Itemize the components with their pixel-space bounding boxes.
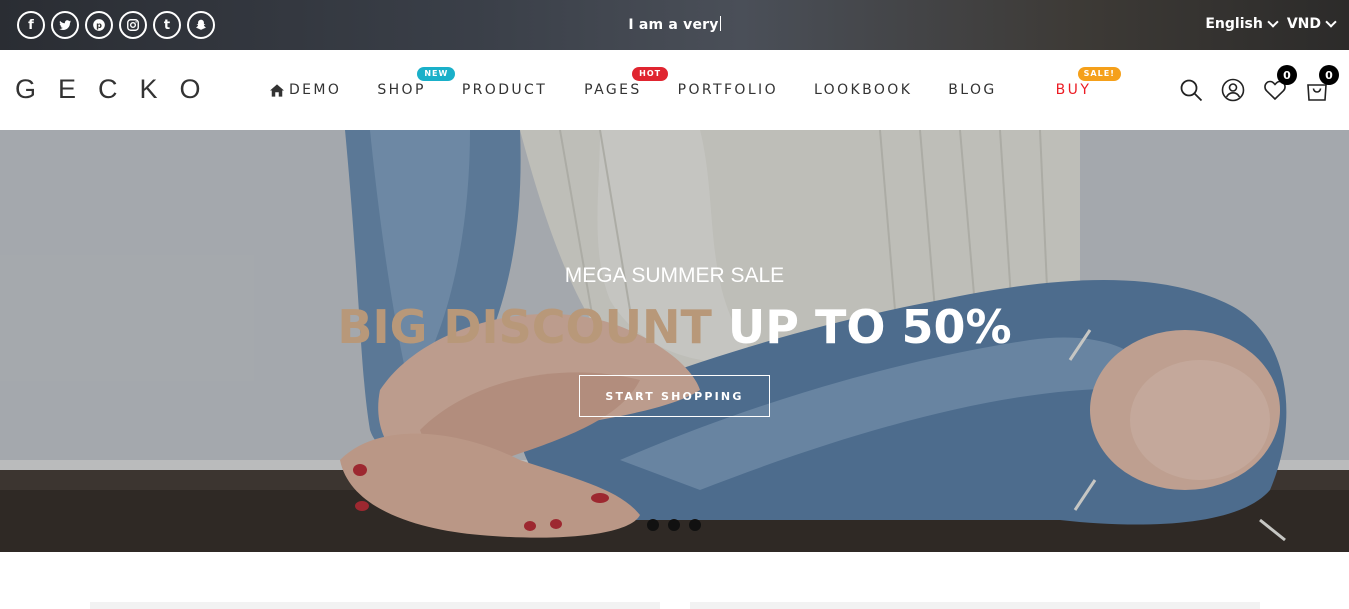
nav-item-portfolio[interactable]: PORTFOLIO [678,82,778,98]
nav-label: LOOKBOOK [813,82,913,98]
hero-subtitle: MEGA SUMMER SALE [564,264,785,287]
cart-button[interactable]: 0 [1305,65,1339,102]
search-icon [1180,79,1203,102]
hero-title-accent: BIG DISCOUNT [337,300,712,354]
user-icon [1221,78,1245,102]
home-icon [270,83,284,97]
cart-count: 0 [1319,65,1339,85]
main-nav: DEMO SHOP NEW PRODUCT PAGES HOT PORTFOLI… [270,67,1121,98]
site-logo[interactable]: GECKO [15,74,223,105]
hero-slider: MEGA SUMMER SALE BIG DISCOUNT UP TO 50% … [0,130,1349,552]
nav-label: PRODUCT [461,82,548,98]
promo-card[interactable] [90,602,660,609]
slider-dot[interactable] [647,519,659,531]
language-selector[interactable]: English [1205,16,1279,32]
nav-item-pages[interactable]: PAGES HOT [584,67,669,98]
badge-new: NEW [417,67,456,81]
nav-label: PAGES [584,82,642,98]
search-button[interactable] [1179,78,1203,102]
hero-title: BIG DISCOUNT UP TO 50% [0,300,1349,354]
typed-tagline: I am a very [628,16,721,33]
nav-item-blog[interactable]: BLOG [948,82,996,98]
nav-label: BLOG [948,82,997,98]
currency-selector[interactable]: VND [1286,16,1337,32]
chevron-down-icon [1325,16,1337,28]
top-bar: f p t I am a very English VND [0,0,1349,50]
badge-hot: HOT [632,67,669,81]
text-caret [719,16,721,31]
badge-sale: SALE! [1077,67,1121,81]
account-button[interactable] [1221,78,1245,102]
wishlist-count: 0 [1277,65,1297,85]
nav-item-product[interactable]: PRODUCT [462,82,547,98]
slider-dot[interactable] [668,519,680,531]
nav-item-demo[interactable]: DEMO [270,82,341,98]
nav-item-buy[interactable]: BUY SALE! [1055,67,1121,98]
currency-label: VND [1286,16,1321,32]
hero-title-rest: UP TO 50% [727,300,1012,354]
language-label: English [1205,16,1263,32]
nav-label: BUY [1055,82,1092,98]
header-actions: 0 0 [1179,65,1339,102]
nav-item-lookbook[interactable]: LOOKBOOK [814,82,912,98]
slider-dot[interactable] [689,519,701,531]
nav-label: DEMO [289,82,342,98]
chevron-down-icon [1267,16,1279,28]
nav-item-shop[interactable]: SHOP NEW [377,67,456,98]
locale-selectors: English VND [1205,16,1337,32]
nav-label: SHOP [377,82,426,98]
wishlist-button[interactable]: 0 [1263,65,1297,102]
nav-label: PORTFOLIO [677,82,778,98]
slider-dots [647,519,701,531]
start-shopping-button[interactable]: START SHOPPING [579,375,770,417]
promo-card[interactable] [690,602,1260,609]
main-header: GECKO DEMO SHOP NEW PRODUCT PAGES HOT PO… [0,50,1349,130]
